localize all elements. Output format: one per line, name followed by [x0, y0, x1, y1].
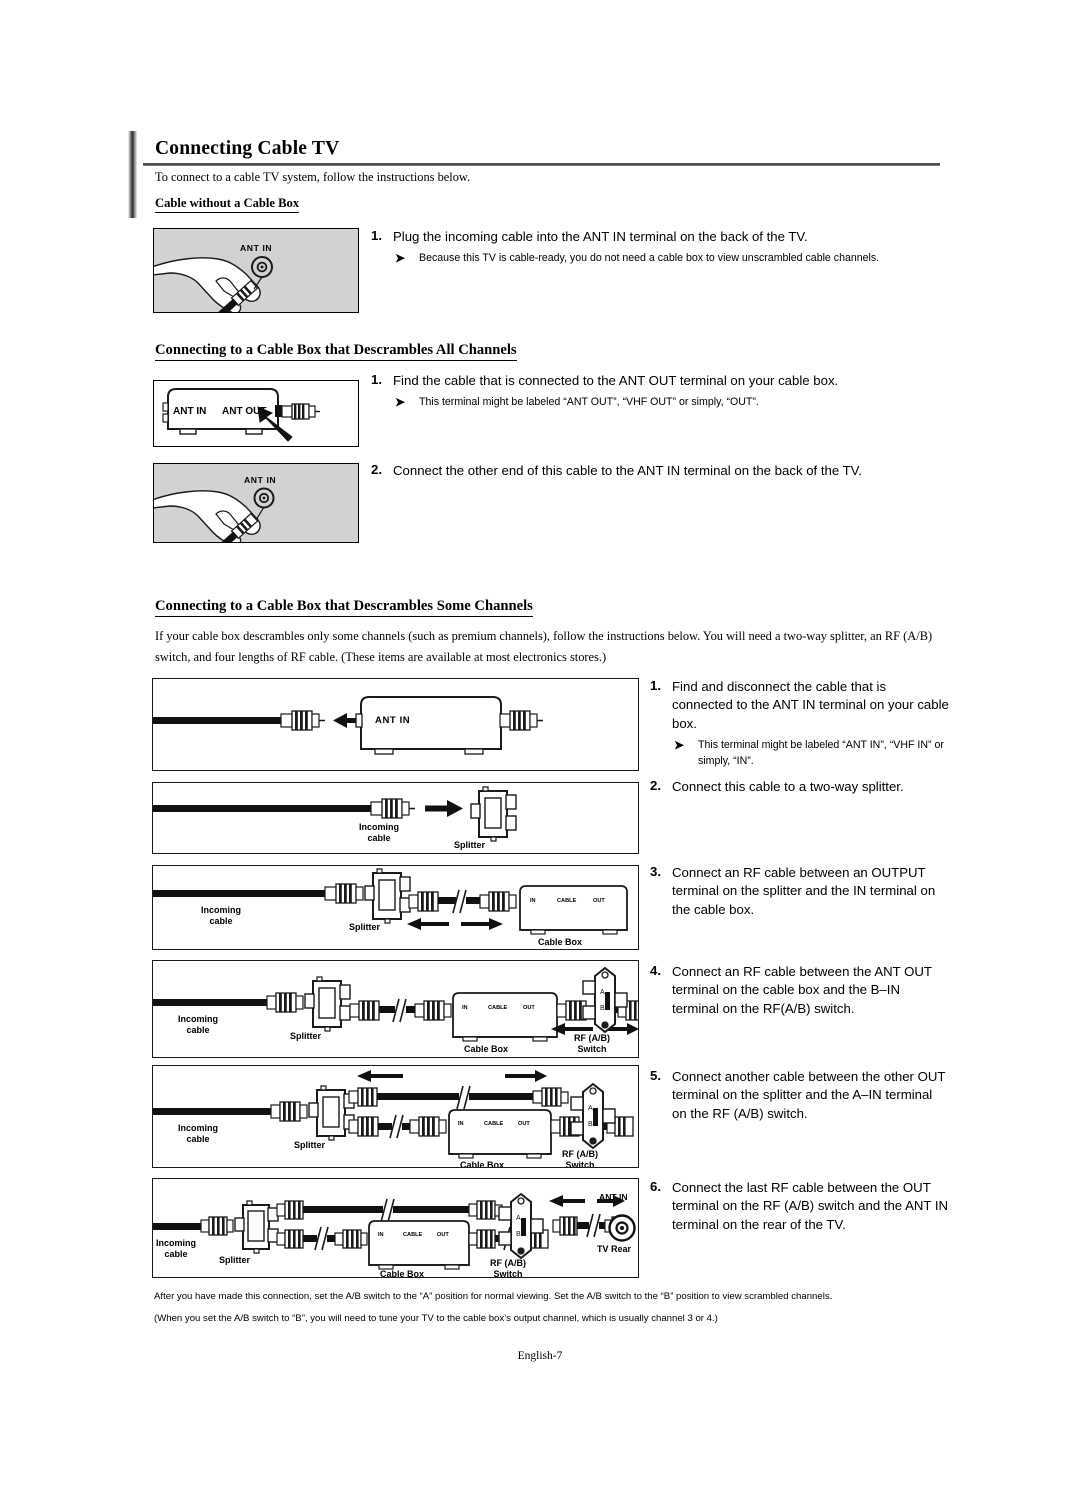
page-number: English-7 [517, 1350, 563, 1362]
diagram-panel-1: ANT IN [152, 678, 639, 771]
step-number: 1. [371, 372, 382, 387]
step-number: 1. [371, 228, 382, 243]
figure-label-ant-in: ANT IN [173, 406, 207, 417]
diagram-label-cable-box-out: OUT [593, 898, 605, 904]
step-text: Connect this cable to a two-way splitter… [672, 779, 904, 794]
diagram-label-splitter: Splitter [219, 1255, 251, 1265]
diagram-label-cable-box-in: IN [462, 1005, 468, 1011]
intro-paragraph: To connect to a cable TV system, follow … [155, 170, 471, 184]
diagram-label-incoming-cable: Incoming cable [178, 1014, 218, 1035]
diagram-rf-ab-switch: A B [493, 1192, 549, 1262]
diagram-label-cable-box-out: OUT [437, 1232, 449, 1238]
step-note: ➤ This terminal might be labeled “ANT IN… [672, 738, 950, 769]
step-note: ➤ Because this TV is cable-ready, you do… [393, 251, 879, 267]
step-text: Connect the other end of this cable to t… [393, 463, 862, 478]
diagram-rf-ab-switch: A B [577, 966, 633, 1036]
svg-text:B: B [516, 1231, 521, 1238]
diagram-label-incoming-cable: Incoming cable [201, 905, 241, 926]
diagram-label-rf-ab-switch: RF (A/B) Switch [562, 1149, 598, 1168]
step-text: Connect an RF cable between an OUTPUT te… [672, 865, 936, 917]
title-rule [143, 163, 940, 166]
svg-text:B: B [600, 1005, 605, 1012]
diagram-label-splitter: Splitter [290, 1031, 322, 1041]
diagram-label-cable-box: Cable Box [380, 1269, 425, 1278]
footer-note-line-2: (When you set the A/B switch to “B”, you… [154, 1313, 718, 1324]
diagram-panel-6: A B ANT IN TV Rear Incoming cable Splitt… [152, 1178, 639, 1278]
heading-all-channels: Connecting to a Cable Box that Descrambl… [155, 342, 517, 361]
note-text: This terminal might be labeled “ANT OUT”… [419, 396, 759, 409]
diagram-panel-5: A B Incoming cable Splitter IN CABLE OUT… [152, 1065, 639, 1168]
svg-text:A: A [516, 1215, 521, 1222]
diagram-label-cable-box-in: IN [378, 1232, 384, 1238]
step-number: 2. [371, 462, 382, 477]
step-text: Connect another cable between the other … [672, 1069, 946, 1121]
diagram-label-cable-box-in: IN [530, 898, 536, 904]
diagram-label-rf-ab-switch: RF (A/B) Switch [574, 1033, 610, 1054]
diagram-label-incoming-cable: Incoming cable [359, 822, 399, 843]
diagram-label-cable-box-cable: CABLE [557, 898, 577, 904]
diagram-panel-4: A B Incoming cable Splitter IN CABLE OUT… [152, 960, 639, 1058]
svg-text:A: A [588, 1105, 593, 1112]
diagram-label-cable-box-cable: CABLE [488, 1005, 508, 1011]
heading-cable-without-box: Cable without a Cable Box [155, 196, 300, 213]
figure-label-ant-in: ANT IN [244, 475, 277, 485]
step-text: Plug the incoming cable into the ANT IN … [393, 229, 808, 244]
step-text: Connect an RF cable between the ANT OUT … [672, 964, 932, 1016]
step-text: Find the cable that is connected to the … [393, 373, 839, 388]
figure-cable-box-ant-out: ANT IN ANT OUT [153, 380, 359, 447]
figure-label-ant-in: ANT IN [240, 243, 273, 253]
figure-hand-ant-in-2: ANT IN [153, 463, 359, 543]
diagram-label-cable-box-cable: CABLE [403, 1232, 423, 1238]
some-channels-intro: If your cable box descrambles only some … [155, 629, 933, 664]
figure-label-ant-out: ANT OUT [222, 406, 267, 417]
footer-note-line-1: After you have made this connection, set… [154, 1291, 833, 1302]
diagram-label-cable-box: Cable Box [464, 1044, 509, 1054]
diagram-label-cable-box-out: OUT [518, 1121, 530, 1127]
diagram-label-splitter: Splitter [349, 922, 381, 932]
page-title: Connecting Cable TV [155, 138, 340, 159]
left-accent-bar-section [128, 193, 137, 218]
step-number: 3. [650, 864, 661, 879]
svg-text:B: B [588, 1121, 593, 1128]
step-note: ➤ This terminal might be labeled “ANT OU… [393, 395, 838, 411]
note-arrow-icon: ➤ [395, 395, 406, 410]
step-number: 2. [650, 778, 661, 793]
diagram-panel-2: Incoming cable Splitter [152, 782, 639, 854]
manual-page: Connecting Cable TV To connect to a cabl… [0, 0, 1080, 1487]
diagram-label-cable-box-out: OUT [523, 1005, 535, 1011]
diagram-tv-ant-in-jack [605, 1212, 638, 1244]
note-arrow-icon: ➤ [674, 738, 685, 753]
diagram-label-splitter: Splitter [454, 840, 486, 850]
diagram-label-rf-ab-switch: RF (A/B) Switch [490, 1258, 526, 1278]
step-text: Find and disconnect the cable that is co… [672, 679, 949, 731]
diagram-label-cable-box: Cable Box [538, 937, 583, 947]
diagram-label-incoming-cable: Incoming cable [156, 1238, 196, 1259]
step-number: 1. [650, 678, 661, 693]
note-arrow-icon: ➤ [395, 251, 406, 266]
step-number: 6. [650, 1179, 661, 1194]
step-number: 4. [650, 963, 661, 978]
diagram-label-ant-in: ANT IN [599, 1192, 628, 1202]
svg-text:A: A [600, 989, 605, 996]
diagram-label-cable-box: Cable Box [460, 1160, 505, 1168]
diagram-label-incoming-cable: Incoming cable [178, 1123, 218, 1144]
diagram-label-tv-rear: TV Rear [597, 1244, 632, 1254]
diagram-label-cable-box-cable: CABLE [484, 1121, 504, 1127]
figure-hand-ant-in-1: ANT IN [153, 228, 359, 313]
note-text: Because this TV is cable-ready, you do n… [419, 252, 880, 265]
heading-some-channels: Connecting to a Cable Box that Descrambl… [155, 598, 533, 617]
diagram-label-ant-in: ANT IN [375, 715, 411, 726]
step-number: 5. [650, 1068, 661, 1083]
diagram-rf-ab-switch: A B [565, 1082, 621, 1152]
step-text: Connect the last RF cable between the OU… [672, 1180, 949, 1232]
diagram-panel-3: Incoming cable Splitter IN CABLE OUT Cab… [152, 865, 639, 950]
diagram-label-cable-box-in: IN [458, 1121, 464, 1127]
diagram-label-splitter: Splitter [294, 1140, 326, 1150]
note-text: This terminal might be labeled “ANT IN”,… [698, 739, 944, 767]
